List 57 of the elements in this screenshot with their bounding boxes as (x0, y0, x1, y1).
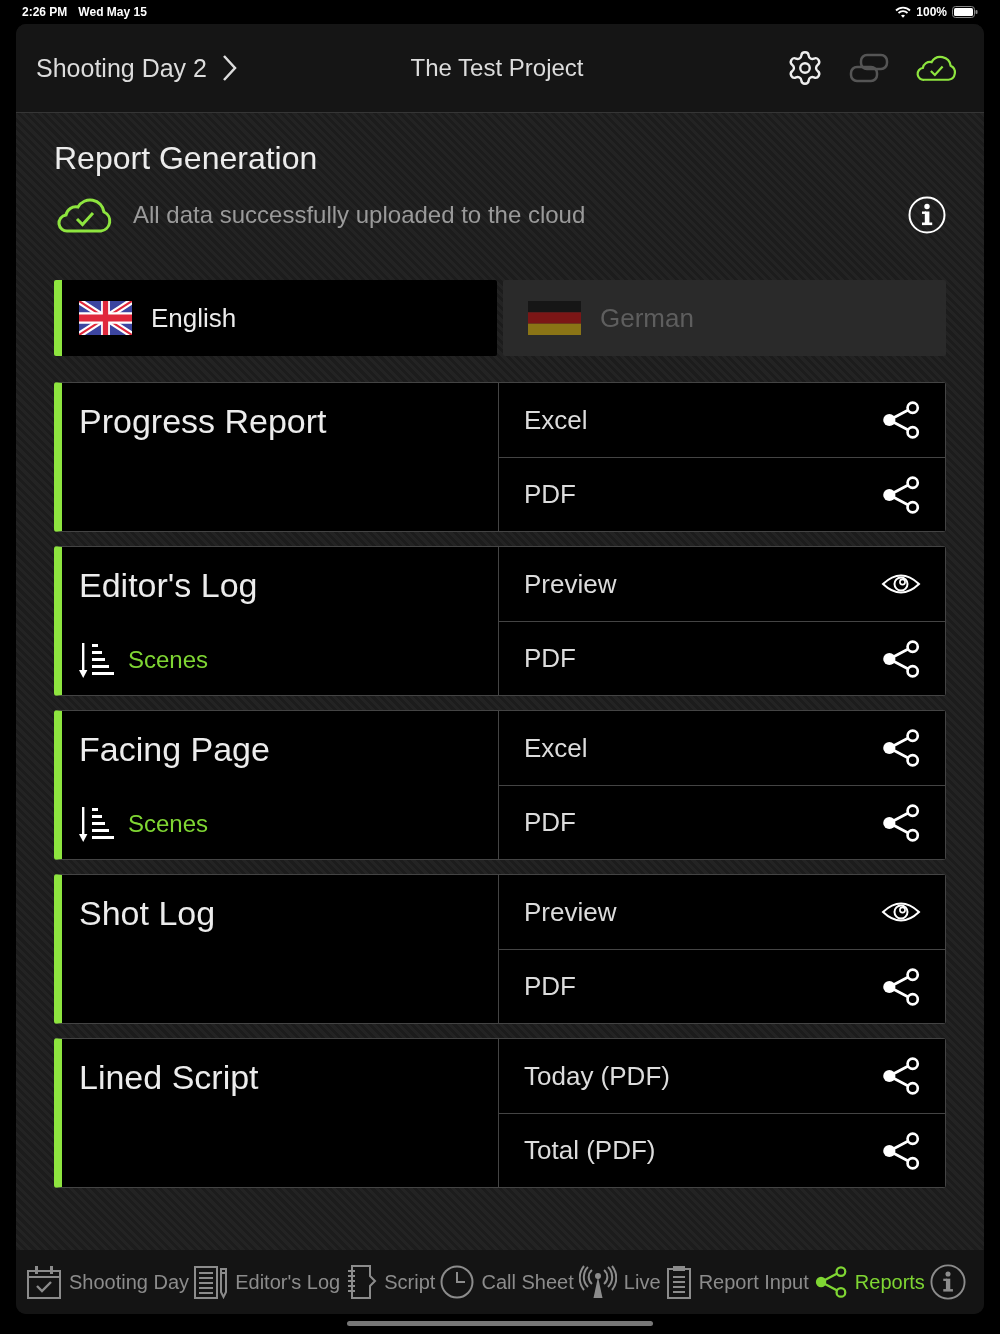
language-tab[interactable]: English (54, 280, 497, 356)
info-icon (929, 1264, 966, 1300)
calendar-check-icon (26, 1264, 62, 1300)
status-date: Wed May 15 (78, 5, 147, 19)
export-button[interactable]: PDF (499, 785, 945, 859)
clock-icon (440, 1265, 475, 1299)
report-title: Progress Report (79, 401, 327, 441)
export-button[interactable]: PDF (499, 949, 945, 1023)
sort-icon (79, 805, 115, 843)
document-pencil-icon (194, 1265, 229, 1299)
cloud-sync-button[interactable] (914, 53, 958, 83)
tab-bar-item[interactable]: Editor's Log (194, 1265, 341, 1299)
share-icon (881, 966, 921, 1007)
status-time: 2:26 PM (22, 5, 68, 19)
battery-icon (952, 6, 978, 18)
share-icon (881, 1130, 921, 1171)
breadcrumb-button[interactable]: Shooting Day 2 (36, 53, 238, 83)
tab-bar-item[interactable]: Call Sheet (440, 1265, 574, 1299)
share-icon (881, 474, 921, 515)
sort-icon (79, 641, 115, 679)
eye-icon (881, 901, 921, 923)
notebook-icon (345, 1264, 378, 1300)
german-flag-icon (528, 301, 581, 335)
chain-icon (849, 52, 889, 84)
share-icon (881, 400, 921, 440)
battery-percent: 100% (916, 5, 947, 19)
upload-status-text: All data successfully uploaded to the cloud (133, 201, 586, 229)
report-title: Facing Page (79, 729, 270, 769)
project-title: The Test Project (410, 54, 584, 82)
export-button[interactable]: Total (PDF) (499, 1113, 945, 1187)
wifi-icon (895, 6, 912, 18)
share-icon (881, 1056, 921, 1096)
share-icon (813, 1265, 848, 1299)
share-icon (881, 638, 921, 679)
chain-button[interactable] (849, 52, 889, 84)
report-title: Shot Log (79, 893, 216, 933)
tab-bar-item[interactable]: Reports (813, 1265, 925, 1299)
share-icon (881, 728, 921, 768)
report-title: Editor's Log (79, 565, 258, 605)
antenna-icon (578, 1265, 617, 1299)
tab-bar-item[interactable]: Report Input (665, 1265, 809, 1299)
info-icon (908, 196, 946, 234)
report-title: Lined Script (79, 1057, 259, 1097)
sort-button[interactable]: Scenes (79, 804, 209, 844)
page-title: Report Generation (54, 139, 319, 177)
share-icon (881, 802, 921, 843)
cloud-check-icon (914, 53, 958, 83)
export-button[interactable]: PDF (499, 621, 945, 695)
tab-bar-item[interactable]: Shooting Day (26, 1264, 190, 1300)
tab-bar-item[interactable]: Script (345, 1264, 436, 1300)
eye-icon (881, 573, 921, 595)
uk-flag-icon (79, 301, 132, 335)
clipboard-icon (665, 1265, 692, 1299)
sort-button[interactable]: Scenes (79, 640, 209, 680)
tab-bar-item[interactable]: Live (578, 1265, 661, 1299)
export-button[interactable]: PDF (499, 457, 945, 531)
chevron-right-icon (220, 54, 238, 82)
